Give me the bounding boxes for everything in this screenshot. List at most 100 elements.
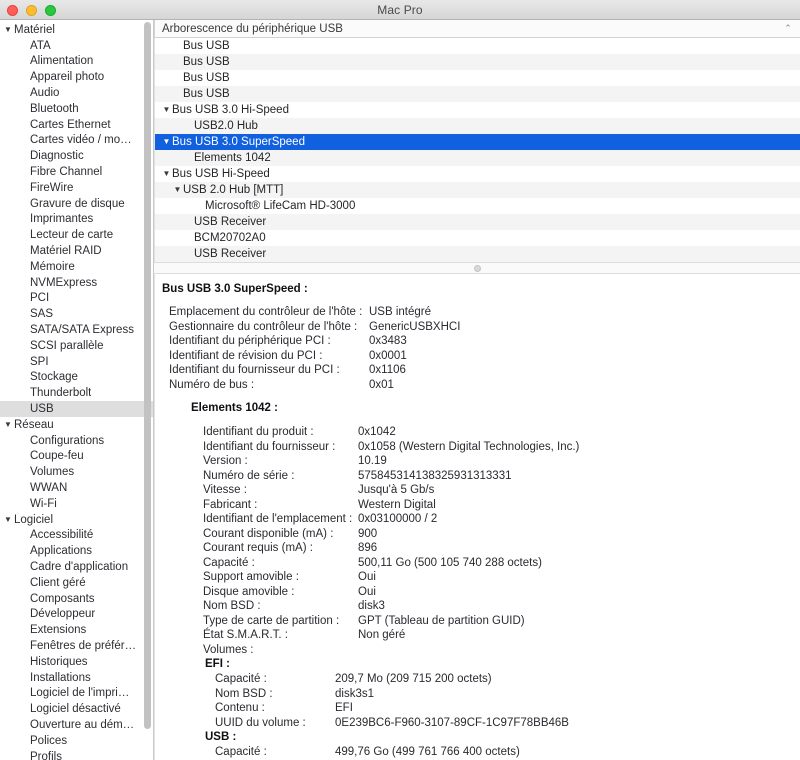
disclosure-triangle-icon[interactable]: ▼ [4, 25, 14, 34]
sidebar-item-nvmexpress[interactable]: NVMExpress [0, 275, 153, 291]
detail-property-key: Identifiant du produit : [203, 426, 314, 438]
sidebar-item-usb[interactable]: USB [0, 401, 153, 417]
tree-row[interactable]: ▼ Bus USB 3.0 Hi-Speed [155, 102, 800, 118]
tree-row[interactable]: ▼ USB 2.0 Hub [MTT] [155, 182, 800, 198]
detail-property-value: GenericUSBXHCI [369, 320, 461, 333]
sidebar-item-alimentation[interactable]: Alimentation [0, 54, 153, 70]
sidebar-item-lecteur-de-carte[interactable]: Lecteur de carte [0, 227, 153, 243]
sidebar-scrollbar[interactable] [144, 22, 151, 758]
sidebar-item-label: Logiciel désactivé [30, 703, 121, 716]
tree-row[interactable]: ▼Bus USB [155, 86, 800, 102]
splitter-grip[interactable] [473, 264, 481, 272]
sidebar-item-extensions[interactable]: Extensions [0, 622, 153, 638]
sidebar-item-cadre-d-application[interactable]: Cadre d'application [0, 559, 153, 575]
usb-tree-header: Arborescence du périphérique USB ⌃ [154, 20, 800, 38]
sidebar-item-fibre-channel[interactable]: Fibre Channel [0, 164, 153, 180]
detail-property-key: Courant disponible (mA) : [203, 527, 334, 540]
sidebar-item-imprimantes[interactable]: Imprimantes [0, 212, 153, 228]
detail-property-key: Version : [203, 455, 248, 467]
sidebar-group-r-seau[interactable]: ▼ Réseau [0, 417, 153, 433]
sidebar-item-label: Coupe-feu [30, 450, 84, 463]
sidebar-item-wi-fi[interactable]: Wi-Fi [0, 496, 153, 512]
sidebar-item-accessibilit[interactable]: Accessibilité [0, 528, 153, 544]
sidebar-item-historiques[interactable]: Historiques [0, 654, 153, 670]
tree-row[interactable]: ▼Bus USB [155, 38, 800, 54]
disclosure-triangle-icon[interactable]: ▼ [4, 515, 14, 524]
sidebar-item-scsi-parall-le[interactable]: SCSI parallèle [0, 338, 153, 354]
sidebar-item-cartes-vid-o-mo[interactable]: Cartes vidéo / mo… [0, 133, 153, 149]
sidebar-item-applications[interactable]: Applications [0, 543, 153, 559]
sidebar-item-appareil-photo[interactable]: Appareil photo [0, 69, 153, 85]
sidebar-item-sas[interactable]: SAS [0, 306, 153, 322]
tree-row-label: Bus USB [183, 40, 230, 52]
tree-row[interactable]: ▼Elements 1042 [155, 150, 800, 166]
disclosure-triangle-icon[interactable]: ▼ [172, 186, 183, 194]
detail-property-row: Courant requis (mA) : 896 [155, 541, 800, 556]
tree-row[interactable]: ▼BCM20702A0 [155, 230, 800, 246]
sidebar-item-label: Profils [30, 750, 62, 760]
detail-property-key: Identifiant de l'emplacement : [203, 513, 353, 525]
sidebar-item-thunderbolt[interactable]: Thunderbolt [0, 385, 153, 401]
maximize-button[interactable] [45, 4, 56, 16]
sidebar-item-label: Installations [30, 671, 91, 684]
detail-property-key: Fabricant : [203, 498, 258, 511]
disclosure-triangle-icon[interactable]: ▼ [4, 420, 14, 429]
window-titlebar: Mac Pro [0, 0, 800, 20]
sidebar-item-logiciel-de-l-impri[interactable]: Logiciel de l'impri… [0, 685, 153, 701]
sidebar-item-mat-riel-raid[interactable]: Matériel RAID [0, 243, 153, 259]
chevron-up-icon[interactable]: ⌃ [782, 23, 794, 35]
disclosure-triangle-icon[interactable]: ▼ [161, 138, 172, 146]
sidebar-item-stockage[interactable]: Stockage [0, 370, 153, 386]
sidebar-item-coupe-feu[interactable]: Coupe-feu [0, 449, 153, 465]
sidebar-item-cartes-ethernet[interactable]: Cartes Ethernet [0, 117, 153, 133]
disclosure-triangle-icon[interactable]: ▼ [161, 170, 172, 178]
sidebar-item-spi[interactable]: SPI [0, 354, 153, 370]
tree-row[interactable]: ▼USB Receiver [155, 246, 800, 262]
sidebar-item-bluetooth[interactable]: Bluetooth [0, 101, 153, 117]
sidebar-item-wwan[interactable]: WWAN [0, 480, 153, 496]
sidebar-item-audio[interactable]: Audio [0, 85, 153, 101]
usb-device-tree[interactable]: ▼Bus USB▼Bus USB▼Bus USB▼Bus USB▼Bus USB… [154, 38, 800, 262]
detail-property-row: Identifiant du périphérique PCI : 0x3483 [155, 334, 800, 349]
sidebar-item-sata-sata-express[interactable]: SATA/SATA Express [0, 322, 153, 338]
detail-property-row: Version : 10.19 [155, 454, 800, 469]
sidebar-item-label: Cadre d'application [30, 560, 129, 573]
sidebar-item-ouverture-au-d-m[interactable]: Ouverture au dém… [0, 717, 153, 733]
sidebar-group-logiciel[interactable]: ▼ Logiciel [0, 512, 153, 528]
sidebar-item-label: SPI [30, 355, 49, 368]
sidebar-item-volumes[interactable]: Volumes [0, 464, 153, 480]
sidebar-item-diagnostic[interactable]: Diagnostic [0, 148, 153, 164]
sidebar-item-d-veloppeur[interactable]: Développeur [0, 606, 153, 622]
tree-row[interactable]: ▼ Bus USB Hi-Speed [155, 166, 800, 182]
sidebar-item-client-g-r[interactable]: Client géré [0, 575, 153, 591]
sidebar-item-polices[interactable]: Polices [0, 733, 153, 749]
sidebar-item-firewire[interactable]: FireWire [0, 180, 153, 196]
sidebar-item-gravure-de-disque[interactable]: Gravure de disque [0, 196, 153, 212]
detail-property-key: Emplacement du contrôleur de l'hôte : [169, 306, 363, 318]
close-button[interactable] [7, 4, 18, 16]
tree-row[interactable]: ▼Bus USB [155, 54, 800, 70]
sidebar-item-fen-tres-de-pr-f-r[interactable]: Fenêtres de préfér… [0, 638, 153, 654]
minimize-button[interactable] [26, 4, 37, 16]
sidebar-item-configurations[interactable]: Configurations [0, 433, 153, 449]
sidebar-item-ata[interactable]: ATA [0, 38, 153, 54]
sidebar-group-mat-riel[interactable]: ▼ Matériel [0, 22, 153, 38]
sidebar-item-pci[interactable]: PCI [0, 291, 153, 307]
sidebar-item-installations[interactable]: Installations [0, 670, 153, 686]
sidebar-item-label: Configurations [30, 434, 105, 447]
tree-row[interactable]: ▼ Bus USB 3.0 SuperSpeed [155, 134, 800, 150]
sidebar-item-composants[interactable]: Composants [0, 591, 153, 607]
disclosure-triangle-icon[interactable]: ▼ [161, 106, 172, 114]
tree-row[interactable]: ▼USB Receiver [155, 214, 800, 230]
tree-row[interactable]: ▼Bus USB [155, 70, 800, 86]
sidebar-item-logiciel-d-sactiv[interactable]: Logiciel désactivé [0, 701, 153, 717]
sidebar-item-m-moire[interactable]: Mémoire [0, 259, 153, 275]
pane-splitter[interactable] [154, 262, 800, 274]
tree-row[interactable]: ▼USB2.0 Hub [155, 118, 800, 134]
detail-property-row: Volumes : [155, 643, 800, 658]
tree-row[interactable]: ▼Microsoft® LifeCam HD-3000 [155, 198, 800, 214]
sidebar-item-label: Client géré [30, 576, 86, 589]
sidebar[interactable]: ▼ Matériel ATA Alimentation Appareil photo Au… [0, 20, 154, 760]
sidebar-item-profils[interactable]: Profils [0, 749, 153, 760]
sidebar-scrollbar-thumb[interactable] [144, 22, 151, 729]
